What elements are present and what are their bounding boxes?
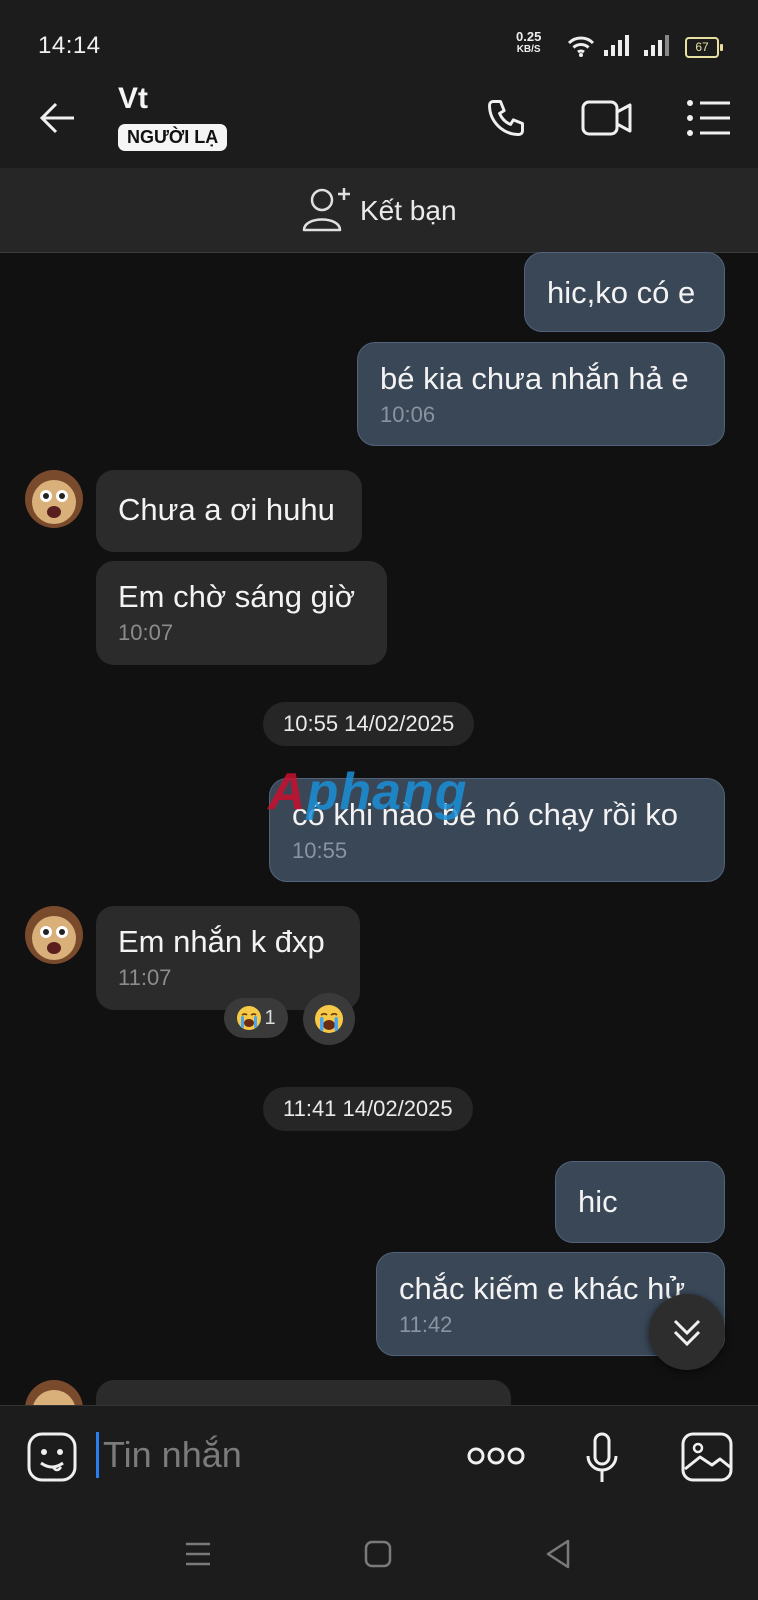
message-time: 10:55 [292,838,348,863]
video-call-icon[interactable] [580,96,634,140]
message-incoming[interactable]: Chưa a ơi huhu [96,470,362,552]
message-text: hic,ko có e [547,275,696,310]
avatar-image [25,906,83,964]
message-text: hic [578,1184,618,1219]
message-text: chắc kiếm e khác hử [399,1271,686,1306]
battery-indicator: 67 [685,37,723,58]
network-speed: 0.25 KB/S [516,30,541,56]
contact-avatar[interactable] [25,470,83,528]
message-text: Em nhắn k đxp [118,924,325,959]
message-text: Em chờ sáng giờ [118,579,356,614]
message-text: Chưa a ơi huhu [118,492,335,527]
date-separator: 11:41 14/02/2025 [263,1087,473,1131]
message-outgoing[interactable]: hic,ko có e [524,252,725,332]
contact-name[interactable]: Vt [118,82,148,116]
message-text: bé kia chưa nhắn hả e [380,361,689,396]
signal-icon-2 [644,35,669,56]
reaction-summary[interactable]: 1 [224,998,288,1038]
home-icon[interactable] [364,1540,392,1568]
add-reaction-button[interactable] [303,993,355,1045]
avatar-image [25,470,83,528]
message-input[interactable] [96,1432,443,1478]
contact-avatar[interactable] [25,906,83,964]
add-friend-icon[interactable] [302,186,352,232]
date-separator: 10:55 14/02/2025 [263,702,475,746]
network-speed-value: 0.25 [516,29,542,44]
double-chevron-down-icon [673,1319,701,1347]
watermark-part2: phang [306,763,468,821]
more-options-icon[interactable] [466,1444,526,1468]
menu-list-icon[interactable] [686,98,732,138]
nav-back-icon[interactable] [544,1538,572,1570]
wifi-icon [567,36,595,57]
scroll-to-bottom-button[interactable] [649,1294,725,1370]
message-incoming[interactable]: Em chờ sáng giờ 10:07 [96,561,387,665]
watermark-part1: A [268,763,307,821]
crying-face-icon [315,1005,343,1033]
sticker-emoji-icon[interactable] [26,1431,78,1483]
message-outgoing[interactable]: hic [555,1161,725,1243]
message-time: 11:07 [118,965,172,990]
reaction-count: 1 [264,1006,276,1029]
status-time: 14:14 [38,32,101,59]
message-outgoing[interactable]: bé kia chưa nhắn hả e 10:06 [357,342,725,446]
message-time: 10:07 [118,620,174,645]
add-friend-label[interactable]: Kết bạn [360,195,457,227]
stranger-badge: NGƯỜI LẠ [118,124,228,151]
watermark-logo: Aphang [268,762,468,822]
image-gallery-icon[interactable] [680,1431,734,1483]
phone-call-icon[interactable] [484,96,528,140]
recent-apps-icon[interactable] [184,1541,212,1567]
chat-header [0,68,758,168]
microphone-icon[interactable] [584,1432,620,1484]
crying-face-icon [237,1006,262,1030]
back-arrow-icon[interactable] [38,98,78,138]
signal-icon-1 [604,35,629,56]
message-time: 10:06 [380,402,436,427]
network-speed-unit: KB/S [516,44,541,55]
